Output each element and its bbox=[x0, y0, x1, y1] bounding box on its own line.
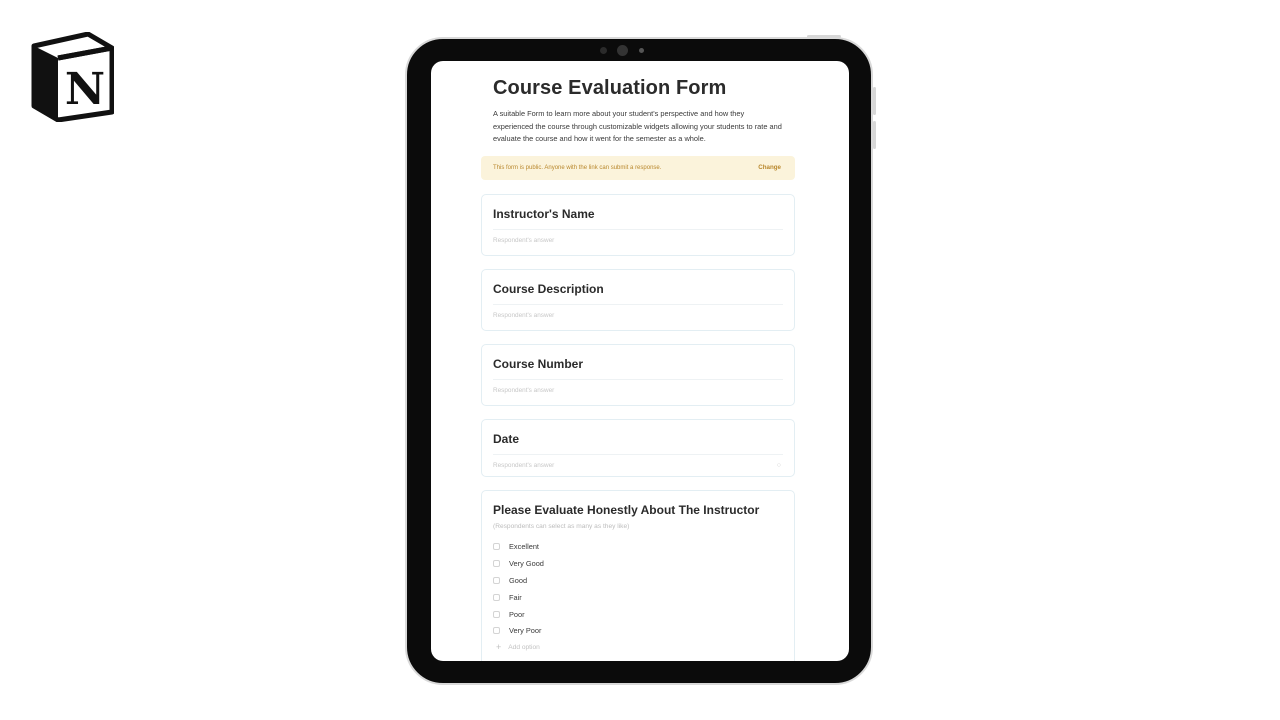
answer-placeholder: Respondent's answer bbox=[493, 461, 555, 469]
public-form-banner: This form is public. Anyone with the lin… bbox=[481, 155, 795, 180]
option-very-poor[interactable]: Very Poor bbox=[493, 622, 783, 639]
page-title: Course Evaluation Form bbox=[493, 77, 727, 99]
checkbox-icon[interactable] bbox=[493, 543, 500, 551]
answer-field[interactable]: Respondent's answer bbox=[493, 228, 783, 251]
camera-icon bbox=[617, 45, 628, 56]
checkbox-icon[interactable] bbox=[493, 610, 500, 618]
question-title: Course Description bbox=[493, 281, 604, 296]
question-title: Course Number bbox=[493, 356, 584, 371]
form-content: Course Evaluation Form A suitable Form t… bbox=[481, 73, 795, 661]
checkbox-icon[interactable] bbox=[493, 593, 500, 601]
answer-placeholder: Respondent's answer bbox=[493, 386, 555, 394]
top-button bbox=[807, 35, 841, 38]
option-label: Good bbox=[509, 575, 528, 585]
volume-up-button bbox=[873, 87, 876, 115]
sensor-icon bbox=[600, 47, 607, 54]
answer-placeholder: Respondent's answer bbox=[493, 236, 555, 244]
option-label: Very Poor bbox=[509, 626, 542, 636]
tablet-screen: Course Evaluation Form A suitable Form t… bbox=[431, 61, 849, 661]
question-card-instructor-name[interactable]: Instructor's Name Respondent's answer bbox=[481, 193, 795, 256]
option-poor[interactable]: Poor bbox=[493, 606, 783, 623]
question-title: Please Evaluate Honestly About The Instr… bbox=[493, 502, 760, 517]
option-label: Poor bbox=[509, 609, 525, 619]
option-label: Very Good bbox=[509, 559, 544, 569]
option-very-good[interactable]: Very Good bbox=[493, 555, 783, 572]
option-fair[interactable]: Fair bbox=[493, 589, 783, 606]
calendar-icon[interactable]: ○ bbox=[777, 462, 781, 469]
answer-placeholder: Respondent's answer bbox=[493, 311, 555, 319]
page-description: A suitable Form to learn more about your… bbox=[493, 109, 782, 143]
notion-logo: N bbox=[31, 32, 114, 122]
tablet-device: Course Evaluation Form A suitable Form t… bbox=[405, 35, 876, 685]
question-title: Instructor's Name bbox=[493, 206, 595, 221]
question-hint: (Respondents can select as many as they … bbox=[493, 522, 630, 530]
checkbox-icon[interactable] bbox=[493, 627, 500, 635]
question-card-course-description[interactable]: Course Description Respondent's answer bbox=[481, 268, 795, 331]
date-field[interactable]: Respondent's answer ○ bbox=[493, 453, 783, 476]
option-good[interactable]: Good bbox=[493, 572, 783, 589]
light-sensor-icon bbox=[639, 48, 644, 53]
checkbox-icon[interactable] bbox=[493, 560, 500, 568]
question-card-date[interactable]: Date Respondent's answer ○ bbox=[481, 418, 795, 477]
change-button[interactable]: Change bbox=[758, 164, 781, 171]
option-label: Fair bbox=[509, 592, 522, 602]
add-option-label: Add option bbox=[508, 643, 540, 651]
add-option-button[interactable]: + Add option bbox=[493, 639, 783, 655]
answer-field[interactable]: Respondent's answer bbox=[493, 378, 783, 401]
question-card-evaluate-instructor[interactable]: Please Evaluate Honestly About The Instr… bbox=[481, 489, 795, 661]
banner-text: This form is public. Anyone with the lin… bbox=[493, 164, 662, 171]
volume-down-button bbox=[873, 121, 876, 149]
checkbox-icon[interactable] bbox=[493, 576, 500, 584]
option-label: Excellent bbox=[509, 542, 539, 552]
logo-letter: N bbox=[65, 64, 105, 115]
question-card-course-number[interactable]: Course Number Respondent's answer bbox=[481, 343, 795, 406]
answer-field[interactable]: Respondent's answer bbox=[493, 303, 783, 326]
plus-icon: + bbox=[496, 642, 502, 653]
question-title: Date bbox=[493, 431, 520, 446]
option-excellent[interactable]: Excellent bbox=[493, 539, 783, 556]
